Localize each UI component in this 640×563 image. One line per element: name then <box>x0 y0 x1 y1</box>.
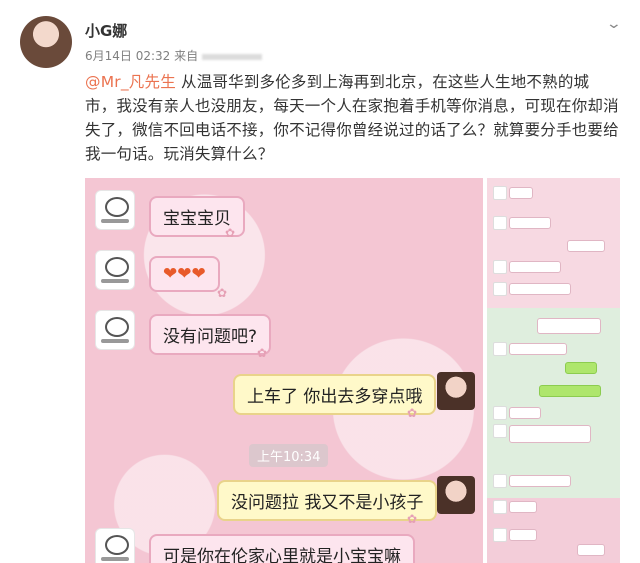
mini-sticker <box>493 260 507 274</box>
mini-bubble <box>509 475 571 487</box>
mini-bubble <box>509 187 533 199</box>
chat-bubble: 没有问题吧? <box>149 314 272 355</box>
mini-bubble <box>509 283 571 295</box>
mini-bubble <box>509 425 591 443</box>
mini-sticker <box>493 186 507 200</box>
flower-icon: ✿ <box>225 226 236 240</box>
post-source: 来自 <box>174 49 199 63</box>
mini-sticker <box>493 500 507 514</box>
user-avatar[interactable] <box>20 16 72 68</box>
contact-photo-avatar <box>437 372 475 410</box>
mini-bubble <box>509 217 551 229</box>
post-body: @Mr_凡先生 从温哥华到多伦多到上海再到北京，在这些人生地不熟的城市，我没有亲… <box>85 70 620 166</box>
sticker-avatar <box>95 250 135 290</box>
sticker-avatar <box>95 528 135 563</box>
mini-sticker <box>493 216 507 230</box>
chat-bubble-self: 上车了 你出去多穿点哦 <box>233 374 437 415</box>
username[interactable]: 小G娜 <box>85 20 127 41</box>
mini-bubble <box>537 318 601 334</box>
chat-bubble-self: 没问题拉 我又不是小孩子 <box>217 480 438 521</box>
chat-bubble: 可是你在伦家心里就是小宝宝嘛 <box>149 534 415 563</box>
mini-bubble <box>539 385 601 397</box>
flower-icon: ✿ <box>257 346 268 360</box>
chat-screenshot-side[interactable] <box>487 178 620 563</box>
mini-bubble <box>509 529 537 541</box>
post-meta: 6月14日 02:32 来自 <box>85 47 263 64</box>
chat-screenshot-main[interactable]: 宝宝宝贝 ✿ ❤❤❤ ✿ 没有问题吧? ✿ 上车了 你出去多穿点哦 ✿ 上午10… <box>85 178 483 563</box>
mini-sticker <box>493 528 507 542</box>
post-timestamp[interactable]: 6月14日 02:32 <box>85 49 170 63</box>
mini-bubble <box>509 501 537 513</box>
blurred-source <box>202 53 263 60</box>
mini-sticker <box>493 282 507 296</box>
chat-time-chip: 上午10:34 <box>249 444 329 467</box>
contact-photo-avatar <box>437 476 475 514</box>
mini-sticker <box>493 342 507 356</box>
flower-icon: ✿ <box>407 406 418 420</box>
flower-icon: ✿ <box>217 286 228 300</box>
mini-sticker <box>493 474 507 488</box>
mini-sticker <box>493 424 507 438</box>
sticker-avatar <box>95 190 135 230</box>
mini-bubble <box>509 343 567 355</box>
mini-bubble <box>577 544 605 556</box>
chat-screenshot-green <box>487 308 620 498</box>
mini-bubble <box>509 261 561 273</box>
mini-sticker <box>493 406 507 420</box>
flower-icon: ✿ <box>407 512 418 526</box>
mini-bubble <box>567 240 605 252</box>
mention-link[interactable]: @Mr_凡先生 <box>85 73 176 91</box>
chat-bubble-hearts: ❤❤❤ <box>149 256 220 292</box>
sticker-avatar <box>95 310 135 350</box>
mini-bubble <box>565 362 597 374</box>
mini-bubble <box>509 407 541 419</box>
chevron-down-icon[interactable]: ⌄ <box>606 16 622 32</box>
